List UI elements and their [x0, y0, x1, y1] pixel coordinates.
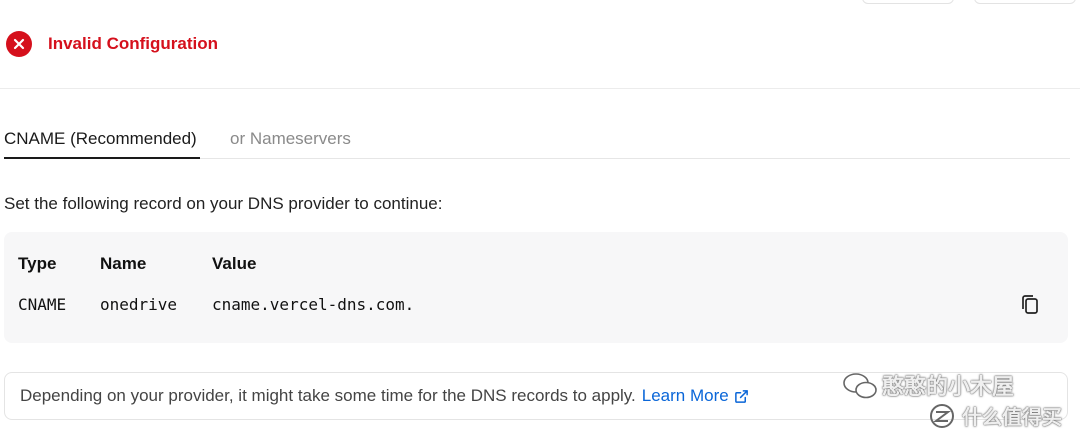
zdm-logo-icon: [930, 404, 954, 428]
tab-cname[interactable]: CNAME (Recommended): [4, 129, 197, 149]
active-tab-indicator: [4, 157, 200, 159]
dns-record-table: Type Name Value CNAME onedrive cname.ver…: [4, 232, 1068, 343]
learn-more-link[interactable]: Learn More: [642, 386, 749, 406]
instructions-text: Set the following record on your DNS pro…: [4, 194, 443, 213]
record-type-tabs: CNAME (Recommended) or Nameservers: [4, 123, 1070, 159]
tab-nameservers[interactable]: or Nameservers: [230, 129, 351, 149]
external-link-icon: [734, 389, 748, 403]
copy-icon[interactable]: [1018, 292, 1042, 316]
record-type-value[interactable]: CNAME: [18, 295, 66, 314]
notice-text: Depending on your provider, it might tak…: [20, 386, 636, 405]
watermark-line2: 什么值得买: [962, 405, 1062, 429]
header-type: Type: [18, 254, 57, 273]
header-name: Name: [100, 254, 147, 273]
error-x-icon: [6, 31, 32, 57]
record-name-value[interactable]: onedrive: [100, 295, 177, 314]
configuration-status: Invalid Configuration: [6, 31, 218, 57]
wechat-logo-icon: [843, 373, 877, 399]
learn-more-label: Learn More: [641, 386, 729, 405]
section-divider: [0, 88, 1080, 89]
status-text: Invalid Configuration: [48, 34, 218, 53]
top-action-button-2[interactable]: [974, 0, 1076, 4]
top-action-button-1[interactable]: [862, 0, 954, 4]
header-value: Value: [212, 254, 257, 273]
watermark-line1: 憨憨的小木屋: [882, 375, 1015, 400]
watermark: 憨憨的小木屋 什么值得买: [830, 365, 1080, 435]
record-value[interactable]: cname.vercel-dns.com.: [212, 295, 414, 314]
